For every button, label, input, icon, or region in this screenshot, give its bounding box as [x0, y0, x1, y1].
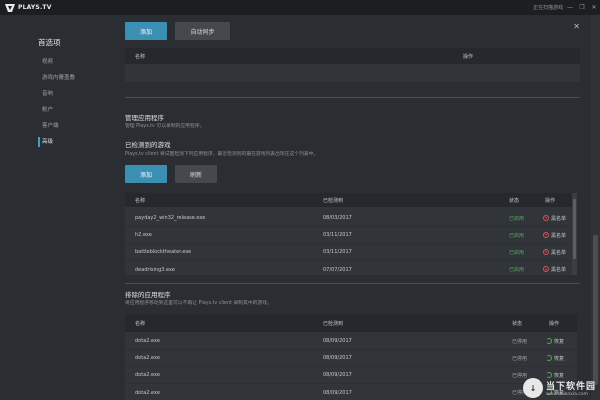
logo-text: PLAYS.TV	[18, 4, 52, 11]
status-badge: 已启用	[509, 232, 525, 239]
table-row[interactable]: payday2_win32_release.exe 08/03/2017 已启用…	[125, 210, 577, 227]
status-badge: 已停用	[512, 338, 528, 345]
managed-apps-title: 管理应用程序	[125, 114, 164, 122]
status-badge: 已启用	[509, 267, 525, 273]
restore-button[interactable]: 恢复	[546, 337, 564, 345]
top-add-button[interactable]: 添加	[125, 22, 167, 40]
sidebar-item-advanced[interactable]: 高级	[38, 137, 75, 153]
detected-add-button[interactable]: 添加	[125, 165, 167, 183]
blacklist-button[interactable]: 黑名单	[543, 266, 566, 273]
detected-games-table: 名称 已检测到 状态 操作 payday2_win32_release.exe …	[125, 193, 577, 275]
sidebar: 首选项 视频 游戏内覆盖叠 音响 帐户 客户端 高级	[0, 15, 112, 400]
restore-button[interactable]: 恢复	[546, 354, 564, 362]
top-table: 名称 操作	[125, 48, 580, 82]
sidebar-item-video[interactable]: 视频	[38, 57, 75, 73]
excluded-apps-table: 名称 已检测到 状态 操作 dota2.exe 08/09/2017 已停用 恢…	[125, 314, 577, 400]
table-row[interactable]: deadrising3.exe 07/07/2017 已启用 黑名单	[125, 261, 577, 278]
col-detected: 已检测到	[323, 320, 344, 327]
refresh-icon	[546, 371, 552, 378]
watermark: ↓ 当下软件园 www.downxia.com	[522, 378, 596, 398]
top-table-header: 名称 操作	[125, 48, 580, 64]
detected-games-title: 已检测到的游戏	[125, 141, 171, 149]
managed-apps-desc: 管理 Plays.tv 可以录制的应用程序。	[125, 124, 205, 129]
table-row[interactable]: dota2.exe 08/09/2017 已停用 恢复	[125, 384, 577, 400]
section-divider	[125, 283, 580, 284]
title-bar: PLAYS.TV 正在扫描游戏 — ❐ ✕	[0, 0, 600, 15]
refresh-icon	[546, 337, 552, 344]
col-status: 状态	[512, 320, 523, 327]
block-icon	[543, 248, 549, 255]
table-row[interactable]: dota2.exe 08/09/2017 已停用 恢复	[125, 367, 577, 384]
section-divider	[125, 97, 580, 98]
restore-button[interactable]: ❐	[576, 0, 588, 15]
sidebar-item-client[interactable]: 客户端	[38, 121, 75, 137]
page-scrollbar[interactable]	[591, 15, 600, 400]
plays-logo-icon	[5, 3, 15, 12]
col-name: 名称	[135, 197, 146, 204]
status-badge: 已启用	[509, 249, 525, 256]
table-row[interactable]: dota2.exe 08/09/2017 已停用 恢复	[125, 350, 577, 367]
col-name: 名称	[135, 320, 146, 327]
excluded-apps-desc: 将应用程序移动到这里可以不再让 Plays.tv client 录制其中的游戏。	[125, 301, 272, 306]
page-scrollbar-thumb[interactable]	[593, 235, 598, 385]
sidebar-item-account[interactable]: 帐户	[38, 105, 75, 121]
col-status: 状态	[509, 197, 520, 204]
close-icon[interactable]: ✕	[573, 22, 580, 31]
watermark-url: www.downxia.com	[545, 392, 588, 397]
col-action: 操作	[549, 320, 560, 327]
status-badge: 已停用	[512, 355, 528, 362]
refresh-icon	[546, 354, 552, 361]
table-row[interactable]: dota2.exe 08/09/2017 已停用 恢复	[125, 333, 577, 350]
watermark-title: 当下软件园	[545, 382, 596, 392]
block-icon	[543, 231, 549, 238]
sidebar-title: 首选项	[38, 38, 61, 47]
table-row[interactable]: battleblocktheater.exe 03/11/2017 已启用 黑名…	[125, 244, 577, 261]
excluded-table-header: 名称 已检测到 状态 操作	[125, 314, 577, 332]
detected-table-scrollbar[interactable]	[572, 193, 577, 275]
block-icon	[543, 214, 549, 221]
watermark-logo-icon: ↓	[522, 378, 543, 398]
detected-table-header: 名称 已检测到 状态 操作	[125, 193, 577, 207]
excluded-apps-title: 排除的应用程序	[125, 291, 171, 299]
block-icon	[543, 266, 549, 272]
table-row[interactable]: h2.exe 03/11/2017 已启用 黑名单	[125, 227, 577, 244]
col-action: 操作	[463, 53, 474, 60]
minimize-button[interactable]: —	[564, 0, 576, 15]
status-badge: 已启用	[509, 215, 525, 222]
blacklist-button[interactable]: 黑名单	[543, 231, 566, 239]
refresh-button[interactable]: 刷新	[175, 165, 217, 183]
scan-status: 正在扫描游戏	[532, 5, 563, 11]
sidebar-item-audio[interactable]: 音响	[38, 89, 75, 105]
app-logo: PLAYS.TV	[5, 3, 52, 12]
sidebar-nav: 视频 游戏内覆盖叠 音响 帐户 客户端 高级	[38, 57, 75, 153]
sidebar-item-overlay[interactable]: 游戏内覆盖叠	[38, 73, 75, 89]
col-action: 操作	[545, 197, 556, 204]
window-controls: — ❐ ✕	[564, 0, 600, 15]
blacklist-button[interactable]: 黑名单	[543, 214, 566, 222]
col-name: 名称	[135, 53, 146, 60]
detected-table-scrollbar-thumb[interactable]	[573, 199, 576, 259]
detected-games-desc: Plays.tv client 将试图检测下列应用程序，最近检测到的最在游戏列表…	[125, 152, 319, 157]
auto-sync-button[interactable]: 自动同步	[175, 22, 230, 40]
blacklist-button[interactable]: 黑名单	[543, 248, 566, 256]
window-close-button[interactable]: ✕	[588, 0, 600, 15]
col-detected: 已检测到	[323, 197, 344, 204]
